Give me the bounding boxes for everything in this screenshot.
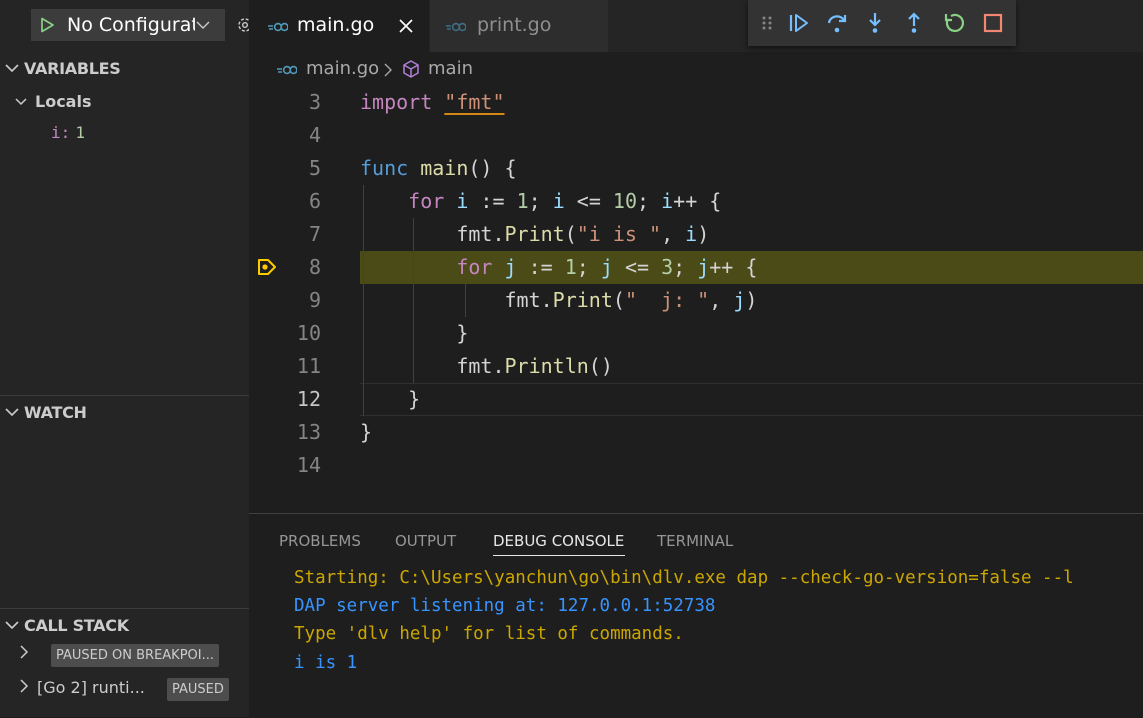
line-text: func main() { (360, 156, 517, 180)
code-line: 4 (249, 119, 1143, 152)
console-line: i is 1 (294, 653, 358, 673)
variable-name: i: (51, 123, 71, 142)
code-line: 6 for i := 1; i <= 10; i++ { (249, 185, 1143, 218)
chevron-right-icon (20, 679, 29, 693)
line-number: 9 (308, 288, 321, 312)
line-number: 7 (308, 222, 321, 246)
call-stack-row-runtime[interactable]: [Go 2] runti... PAUSED (19, 678, 229, 701)
code-editor[interactable]: 3 import "fmt" 4 5 func main() { 6 for i… (249, 86, 1143, 496)
line-text: for j := 1; j <= 3; j++ { (456, 255, 758, 279)
tab-main-go[interactable]: main.go (249, 0, 429, 52)
debug-sidebar: No Configurat VARIABLES Locals i: 1 WATC… (0, 0, 249, 717)
line-text: } (360, 321, 469, 345)
chevron-right-icon (20, 645, 29, 659)
tab-print-go[interactable]: print.go (430, 0, 608, 52)
line-number: 8 (308, 255, 321, 279)
line-number: 3 (308, 90, 321, 114)
call-stack-label: [Go 2] runti... (37, 678, 145, 697)
tab-label: main.go (297, 14, 375, 36)
variables-title: VARIABLES (24, 59, 121, 78)
restart-icon[interactable] (943, 12, 965, 34)
status-badge: PAUSED (167, 678, 229, 701)
breadcrumb: main.go main (249, 52, 1143, 86)
code-line: 8 for j := 1; j <= 3; j++ { (249, 251, 1143, 284)
bottom-panel: PROBLEMS OUTPUT DEBUG CONSOLE TERMINAL S… (249, 513, 1143, 718)
line-text: fmt.Print(" j: ", j) (504, 288, 758, 312)
locals-scope[interactable]: Locals (15, 92, 91, 111)
cube-icon (403, 60, 419, 78)
line-text: import "fmt" (360, 90, 505, 114)
variable-value: 1 (75, 123, 85, 142)
active-tab-indicator (493, 555, 625, 556)
section-divider (0, 608, 249, 609)
stop-icon[interactable] (982, 12, 1004, 34)
code-line: 9 fmt.Print(" j: ", j) (249, 284, 1143, 317)
chevron-down-icon (15, 98, 27, 106)
chevron-right-icon (384, 63, 392, 77)
line-number: 14 (296, 453, 321, 477)
breadcrumb-file[interactable]: main.go (306, 58, 379, 79)
config-label: No Configurat (67, 14, 195, 36)
chevron-down-icon (5, 64, 19, 73)
chevron-down-icon (5, 621, 19, 630)
play-icon[interactable] (39, 17, 55, 33)
code-line: 3 import "fmt" (249, 86, 1143, 119)
watch-title: WATCH (24, 403, 87, 422)
line-number: 10 (296, 321, 321, 345)
code-line: 10 } (249, 317, 1143, 350)
editor-area: main.go print.go main.go main 3 import "… (249, 0, 1143, 718)
code-line: 13 } (249, 416, 1143, 449)
drag-handle-icon[interactable] (760, 12, 774, 34)
chevron-down-icon[interactable] (196, 19, 210, 31)
line-number: 13 (296, 420, 321, 444)
console-line: Type 'dlv help' for list of commands. (294, 624, 684, 644)
tab-output[interactable]: OUTPUT (395, 532, 456, 550)
breadcrumb-symbol[interactable]: main (428, 58, 473, 79)
line-number: 4 (308, 123, 321, 147)
continue-icon[interactable] (788, 12, 810, 34)
call-stack-section-header[interactable]: CALL STACK (0, 613, 249, 639)
watch-section-header[interactable]: WATCH (0, 400, 249, 426)
step-out-icon[interactable] (903, 12, 925, 34)
line-number: 12 (296, 387, 321, 411)
code-line: 11 fmt.Println() (249, 350, 1143, 383)
variable-row-i[interactable]: i: 1 (51, 123, 85, 142)
status-badge: PAUSED ON BREAKPOI... (51, 644, 219, 667)
go-file-icon (268, 22, 288, 32)
close-icon[interactable] (398, 18, 414, 34)
tab-terminal[interactable]: TERMINAL (657, 532, 733, 550)
console-line: Starting: C:\Users\yanchun\go\bin\dlv.ex… (294, 568, 1074, 588)
code-line: 12 } (249, 383, 1143, 416)
line-number: 11 (296, 354, 321, 378)
line-number: 6 (308, 189, 321, 213)
tab-label: print.go (477, 14, 552, 36)
tab-debug-console[interactable]: DEBUG CONSOLE (493, 532, 624, 550)
locals-label: Locals (35, 92, 92, 111)
tab-problems[interactable]: PROBLEMS (279, 532, 361, 550)
line-text: for i := 1; i <= 10; i++ { (408, 189, 722, 213)
code-line: 14 (249, 449, 1143, 482)
line-text: fmt.Println() (456, 354, 613, 378)
step-into-icon[interactable] (864, 12, 886, 34)
run-configuration-dropdown[interactable]: No Configurat (31, 9, 225, 41)
line-number: 5 (308, 156, 321, 180)
code-line: 7 fmt.Print("i is ", i) (249, 218, 1143, 251)
go-file-icon (277, 65, 297, 75)
gear-icon[interactable] (236, 15, 249, 35)
line-text: } (360, 420, 373, 444)
code-line: 5 func main() { (249, 152, 1143, 185)
run-and-debug-bar: No Configurat (0, 0, 249, 52)
step-over-icon[interactable] (826, 12, 848, 34)
variables-section-header[interactable]: VARIABLES (0, 56, 249, 82)
line-text: fmt.Print("i is ", i) (456, 222, 710, 246)
chevron-down-icon (5, 408, 19, 417)
debug-toolbar (748, 0, 1016, 46)
console-line: DAP server listening at: 127.0.0.1:52738 (294, 596, 716, 616)
call-stack-title: CALL STACK (24, 616, 129, 635)
section-divider (0, 395, 249, 396)
go-file-icon (446, 22, 466, 32)
line-text: } (360, 387, 421, 411)
call-stack-row-main[interactable]: PAUSED ON BREAKPOI... (19, 644, 219, 667)
